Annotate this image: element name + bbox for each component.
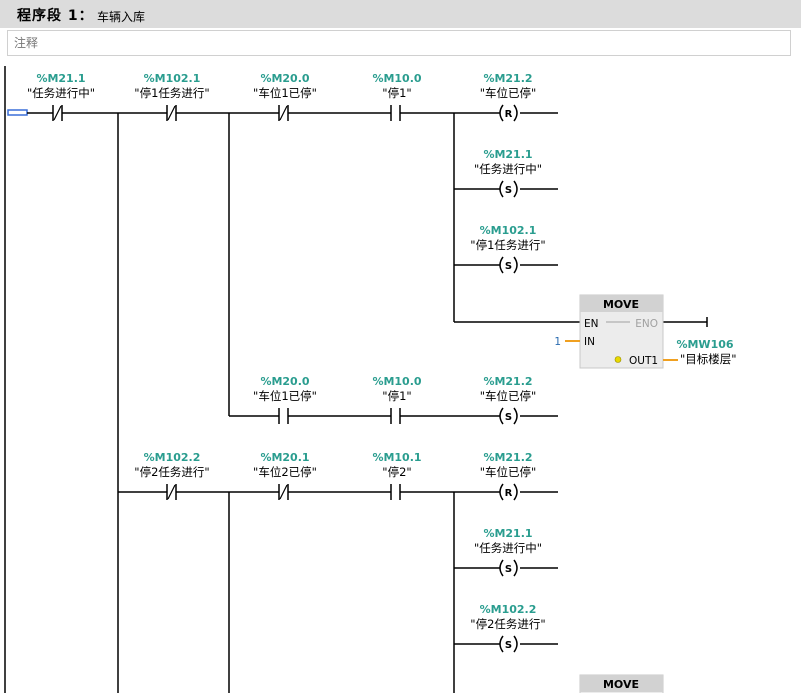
move-out-tag[interactable]: "目标楼层" [680, 352, 737, 366]
rung1-wires [27, 112, 708, 693]
coil-address: %M21.2 [483, 375, 532, 388]
contact-address: %M20.0 [260, 375, 309, 388]
coil-tag: "停1任务进行" [470, 238, 545, 252]
contact-tag: "停1" [382, 389, 411, 403]
coil-address: %M21.1 [483, 527, 532, 540]
contact-address: %M20.0 [260, 72, 309, 85]
coil-type: R [505, 488, 513, 499]
move-in-value[interactable]: 1 [554, 336, 561, 348]
coil-type: S [505, 412, 512, 423]
contact-address: %M20.1 [260, 451, 309, 464]
pin-in: IN [584, 336, 595, 348]
coil-tag: "车位已停" [480, 86, 537, 100]
move-title: MOVE [603, 298, 639, 311]
contact-address: %M21.1 [36, 72, 85, 85]
coil-address: %M102.2 [480, 603, 537, 616]
coil-type: S [505, 640, 512, 651]
contact-address: %M102.1 [144, 72, 201, 85]
coil-type: R [505, 109, 513, 120]
pin-out1: OUT1 [629, 355, 658, 367]
move-out-address[interactable]: %MW106 [676, 338, 733, 351]
contact-tag: "停2任务进行" [134, 465, 209, 479]
contact-address: %M10.1 [372, 451, 421, 464]
coil-tag: "车位已停" [480, 465, 537, 479]
coil-address: %M21.2 [483, 451, 532, 464]
contact-tag: "任务进行中" [27, 86, 95, 100]
coil-type: S [505, 185, 512, 196]
pin-en: EN [584, 318, 599, 330]
move-block[interactable]: MOVE EN ENO IN OUT1 [579, 294, 664, 369]
contact-tag: "车位2已停" [253, 465, 317, 479]
contact-tag: "停2" [382, 465, 411, 479]
coil-tag: "任务进行中" [474, 541, 542, 555]
selection-marker[interactable] [7, 109, 28, 116]
contact-address: %M10.0 [372, 72, 421, 85]
move-block-2[interactable]: MOVE [579, 674, 664, 693]
ladder-diagram: %M21.1 "任务进行中" %M102.1 "停1任务进行" %M20.0 "… [4, 66, 737, 693]
coil-tag: "车位已停" [480, 389, 537, 403]
coil-address: %M102.1 [480, 224, 537, 237]
coil-type: S [505, 564, 512, 575]
coil-address: %M21.1 [483, 148, 532, 161]
contact-tag: "停1任务进行" [134, 86, 209, 100]
pin-eno: ENO [635, 318, 658, 330]
coil-tag: "停2任务进行" [470, 617, 545, 631]
coil-address: %M21.2 [483, 72, 532, 85]
contact-address: %M10.0 [372, 375, 421, 388]
coil-tag: "任务进行中" [474, 162, 542, 176]
rung2-wires [118, 491, 558, 693]
contact-tag: "车位1已停" [253, 389, 317, 403]
sun-icon [614, 356, 622, 363]
contact-tag: "车位1已停" [253, 86, 317, 100]
coil-type: S [505, 261, 512, 272]
move-title: MOVE [603, 678, 639, 691]
contact-address: %M102.2 [144, 451, 201, 464]
contact-tag: "停1" [382, 86, 411, 100]
